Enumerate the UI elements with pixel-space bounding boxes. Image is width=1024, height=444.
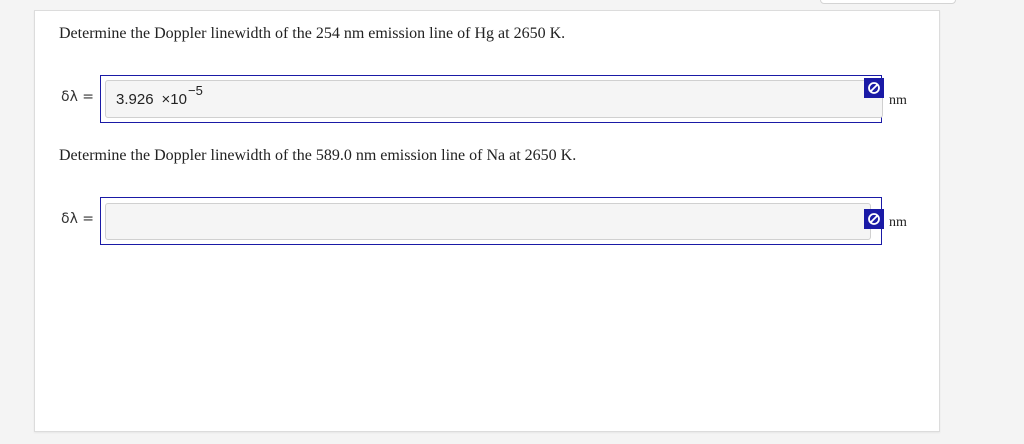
answer-frame-2 [100, 197, 882, 245]
no-entry-icon[interactable] [864, 209, 884, 229]
answer-row-2: δλ = nm [35, 197, 939, 247]
answer-frame-1: 3.926 ×10−5 [100, 75, 883, 123]
top-tab-edge [820, 0, 956, 4]
answer-exponent-1: −5 [188, 83, 203, 98]
no-entry-icon[interactable] [864, 78, 884, 98]
unit-label-1: nm [889, 93, 907, 108]
question-prompt-2: Determine the Doppler linewidth of the 5… [59, 147, 577, 164]
variable-label-1: δλ = [61, 89, 95, 105]
question-prompt-1: Determine the Doppler linewidth of the 2… [59, 25, 566, 42]
answer-input-1[interactable]: 3.926 ×10−5 [105, 80, 883, 118]
answer-mantissa-1: 3.926 [116, 91, 154, 108]
unit-label-2: nm [889, 215, 907, 230]
answer-times-ten-1: ×10 [161, 91, 187, 108]
answer-row-1: δλ = 3.926 ×10−5 nm [35, 75, 939, 125]
answer-input-2[interactable] [105, 203, 871, 240]
question-card: Determine the Doppler linewidth of the 2… [34, 10, 940, 432]
variable-label-2: δλ = [61, 211, 95, 227]
